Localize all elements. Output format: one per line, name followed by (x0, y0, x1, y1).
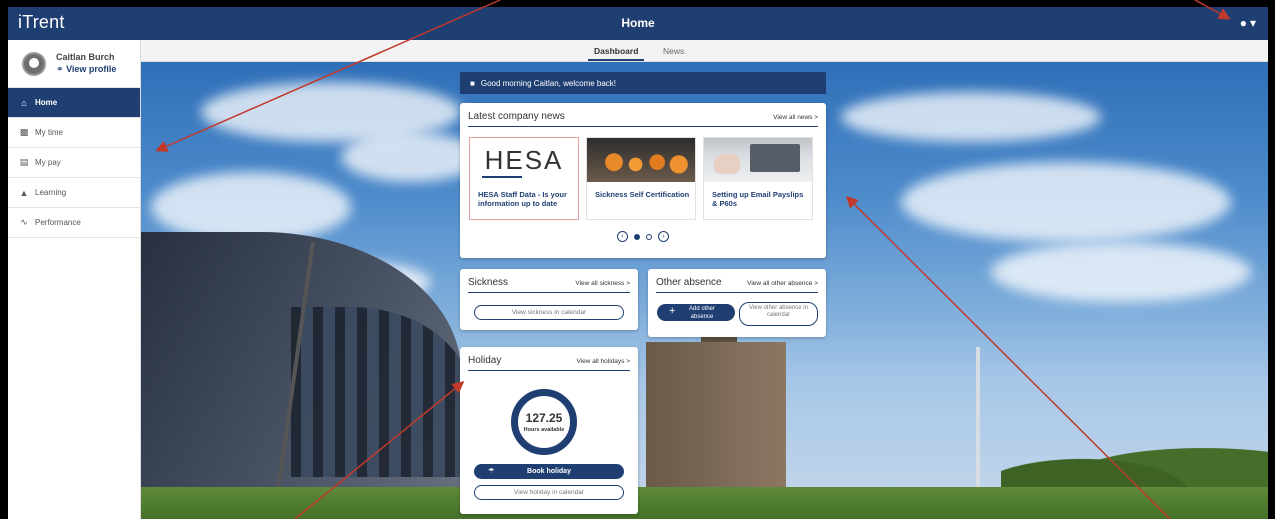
news-image (704, 138, 812, 182)
holiday-card: Holiday View all holidays > 127.25 Hours… (460, 347, 638, 514)
welcome-banner: ■ Good morning Caitlan, welcome back! (460, 72, 826, 94)
other-absence-title: Other absence (656, 277, 722, 288)
add-other-absence-button[interactable]: + Add other absence (657, 304, 735, 321)
chevron-down-icon: ▾ (1249, 16, 1256, 30)
sidebar-item-learning[interactable]: ▲ Learning (8, 178, 140, 208)
profile-block: Caitlan Burch ⚭ View profile (8, 40, 140, 88)
tab-dashboard[interactable]: Dashboard (587, 46, 645, 61)
view-other-absence-calendar-button[interactable]: View other absence in calendar (739, 302, 818, 326)
user-menu-button[interactable]: ● ▾ (1240, 16, 1256, 30)
view-all-other-absence-link[interactable]: View all other absence > (747, 280, 818, 287)
carousel-dot[interactable] (634, 233, 640, 240)
chevron-right-icon[interactable]: › (658, 231, 669, 242)
sidebar-item-home[interactable]: ⌂ Home (8, 88, 140, 118)
sidebar-item-performance[interactable]: ∿ Performance (8, 208, 140, 238)
carousel-dot[interactable] (646, 233, 652, 240)
hours-value: 127.25 (525, 411, 563, 425)
view-holiday-calendar-button[interactable]: View holiday in calendar (474, 485, 624, 500)
sickness-title: Sickness (468, 277, 509, 288)
app-window: iTrent Home ● ▾ Caitlan Burch ⚭ View pro… (8, 7, 1268, 519)
calendar-icon: ▩ (19, 127, 29, 137)
card-icon: ▤ (19, 157, 29, 167)
news-item-title: Sickness Self Certification (595, 190, 690, 199)
news-image (587, 138, 695, 182)
plus-icon: + (669, 305, 676, 317)
beach-icon: ☂ (488, 468, 495, 475)
news-title: Latest company news (468, 111, 565, 122)
view-profile-link[interactable]: ⚭ View profile (56, 64, 116, 75)
person-icon: ⚭ (56, 64, 64, 74)
top-bar: iTrent Home ● ▾ (8, 7, 1268, 40)
user-name: Caitlan Burch (56, 52, 115, 62)
tab-news[interactable]: News (663, 46, 684, 56)
user-icon: ● (1239, 16, 1247, 30)
news-card: Latest company news View all news > HESA… (460, 103, 826, 258)
other-absence-card: Other absence View all other absence > +… (648, 269, 826, 337)
sidebar-item-my-time[interactable]: ▩ My time (8, 118, 140, 148)
trend-icon: ∿ (20, 217, 28, 227)
sidebar: Caitlan Burch ⚭ View profile ⌂ Home ▩ My… (8, 40, 141, 519)
news-item-title: Setting up Email Payslips & P60s (712, 190, 804, 209)
view-all-holidays-link[interactable]: View all holidays > (576, 358, 630, 365)
chevron-left-icon[interactable]: ‹ (617, 231, 628, 242)
page-title: Home (621, 16, 655, 30)
view-all-news-link[interactable]: View all news > (773, 114, 818, 121)
news-item[interactable]: HESA HESA Staff Data - Is your informati… (469, 137, 579, 220)
graduation-cap-icon: ▲ (19, 187, 29, 198)
news-carousel-controls: ‹ › (460, 231, 826, 242)
sidebar-item-my-pay[interactable]: ▤ My pay (8, 148, 140, 178)
news-item[interactable]: Setting up Email Payslips & P60s (703, 137, 813, 220)
news-item-title: HESA Staff Data - Is your information up… (478, 190, 567, 209)
view-sickness-calendar-button[interactable]: View sickness in calendar (474, 305, 624, 320)
home-icon: ⌂ (21, 97, 27, 108)
hours-label: Hours available (523, 427, 565, 433)
news-item[interactable]: Sickness Self Certification (586, 137, 696, 220)
book-holiday-button[interactable]: ☂ Book holiday (474, 464, 624, 479)
view-all-sickness-link[interactable]: View all sickness > (575, 280, 630, 287)
sickness-card: Sickness View all sickness > View sickne… (460, 269, 638, 330)
tab-bar: Dashboard News (141, 40, 1268, 62)
hours-available-gauge: 127.25 Hours available (511, 389, 577, 455)
holiday-title: Holiday (468, 355, 502, 366)
avatar (22, 52, 46, 76)
trophy-icon: ■ (470, 78, 475, 88)
